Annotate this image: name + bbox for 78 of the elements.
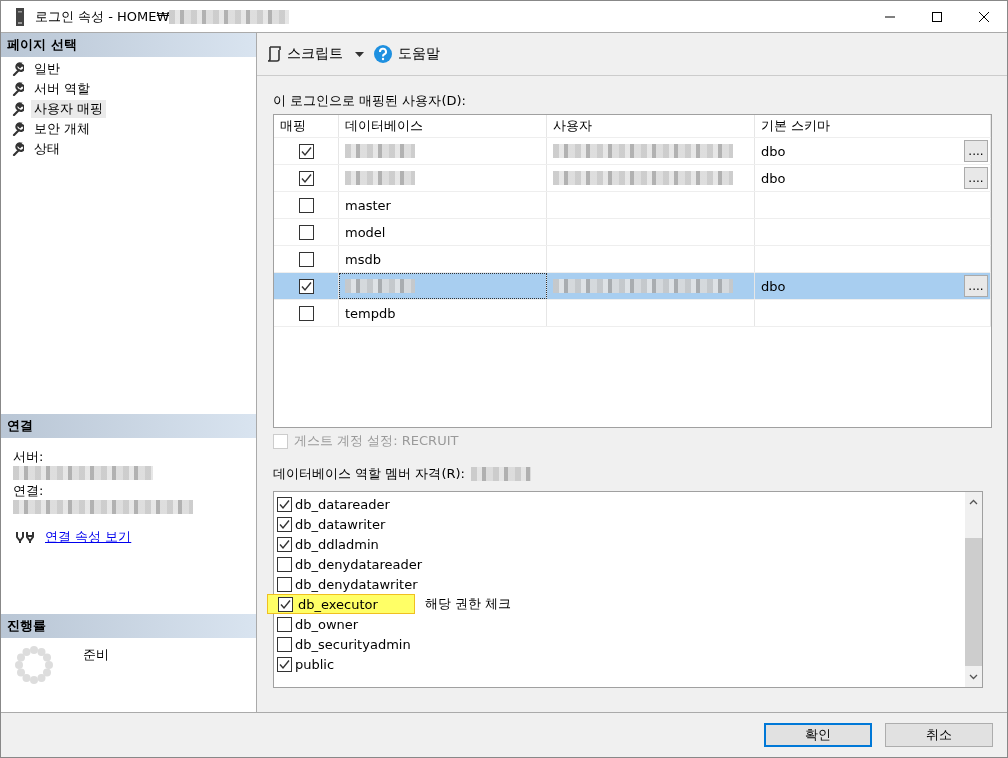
role-name: db_denydatareader (295, 556, 423, 572)
table-cell: master (345, 197, 391, 213)
checkbox[interactable] (298, 170, 314, 186)
role-name: db_executor (298, 596, 378, 612)
checkbox-label: 게스트 계정 설정: RECRUIT (294, 432, 459, 450)
role-name: public (295, 656, 335, 672)
table-row[interactable]: model (274, 219, 991, 246)
checkbox[interactable] (277, 536, 292, 552)
sidebar-item[interactable]: 서버 역할 (31, 80, 94, 98)
checkbox[interactable] (298, 278, 314, 294)
browse-button[interactable]: .... (964, 140, 988, 162)
server-icon (15, 7, 25, 26)
role-name: db_ddladmin (295, 536, 379, 552)
checkbox[interactable] (277, 656, 292, 672)
section-header: 진행률 (1, 614, 256, 638)
checkbox[interactable] (298, 143, 314, 159)
script-button[interactable]: 스크립트 (265, 43, 366, 65)
section-label: 이 로그인으로 매핑된 사용자(D): (273, 92, 467, 110)
role-name: db_datawriter (295, 516, 386, 532)
properties-link[interactable]: 연결 속성 보기 (45, 528, 132, 546)
checkbox[interactable] (277, 576, 292, 592)
checkbox[interactable] (277, 636, 292, 652)
role-name: db_datareader (295, 496, 390, 512)
scroll-icon (267, 46, 281, 62)
checkbox[interactable] (277, 496, 292, 512)
sidebar-item[interactable]: 상태 (31, 140, 63, 158)
column-header: 사용자 (547, 115, 755, 137)
checkbox[interactable] (298, 305, 314, 321)
table-cell: dbo (761, 170, 786, 186)
table-cell: dbo (761, 143, 786, 159)
checkbox[interactable] (298, 197, 314, 213)
maximize-icon (932, 11, 942, 22)
role-name: db_owner (295, 616, 359, 632)
field-label: 서버: (13, 450, 45, 464)
checkbox[interactable] (278, 596, 293, 612)
section-header: 페이지 선택 (1, 33, 256, 57)
checkbox[interactable] (277, 516, 292, 532)
table-cell: msdb (345, 251, 381, 267)
spinner-icon (15, 646, 53, 684)
table-row[interactable]: dbo .... (274, 165, 991, 192)
table-cell: model (345, 224, 386, 240)
sidebar-item[interactable]: 사용자 매핑 (31, 100, 107, 118)
close-icon (979, 11, 989, 22)
annotation-text: 해당 권한 체크 (424, 595, 512, 613)
help-button[interactable]: 도움말 (372, 43, 442, 65)
section-header: 연결 (1, 414, 256, 438)
browse-button[interactable]: .... (964, 275, 988, 297)
scroll-down-icon (969, 674, 978, 680)
checkbox[interactable] (298, 224, 314, 240)
role-name: db_denydatawriter (295, 576, 418, 592)
table-row[interactable]: dbo .... (274, 273, 991, 300)
table-row[interactable]: dbo .... (274, 138, 991, 165)
sidebar-item[interactable]: 보안 개체 (31, 120, 94, 138)
column-header: 기본 스키마 (755, 115, 991, 137)
cancel-button[interactable]: 취소 (885, 723, 993, 747)
field-label: 연결: (13, 484, 45, 498)
status-text: 준비 (83, 646, 109, 664)
sidebar-item[interactable]: 일반 (31, 60, 63, 78)
checkbox[interactable] (277, 616, 292, 632)
checkbox[interactable] (277, 556, 292, 572)
table-row[interactable]: tempdb (274, 300, 991, 327)
scroll-up-icon (969, 499, 978, 505)
scroll-thumb[interactable] (965, 538, 982, 666)
checkbox[interactable] (298, 251, 314, 267)
help-icon (374, 45, 392, 63)
table-row[interactable]: master (274, 192, 991, 219)
column-header: 매핑 (274, 115, 339, 137)
role-name: db_securityadmin (295, 636, 411, 652)
caret-icon (355, 51, 364, 57)
table-cell: tempdb (345, 305, 396, 321)
section-label: 데이터베이스 역할 멤버 자격(R): (273, 465, 465, 483)
connection-icon (15, 531, 37, 543)
browse-button[interactable]: .... (964, 167, 988, 189)
scrollbar[interactable] (965, 492, 982, 687)
column-header: 데이터베이스 (339, 115, 547, 137)
table-cell: dbo (761, 278, 786, 294)
window-title: 로그인 속성 - HOME₩ (35, 7, 170, 26)
ok-button[interactable]: 확인 (764, 723, 872, 747)
